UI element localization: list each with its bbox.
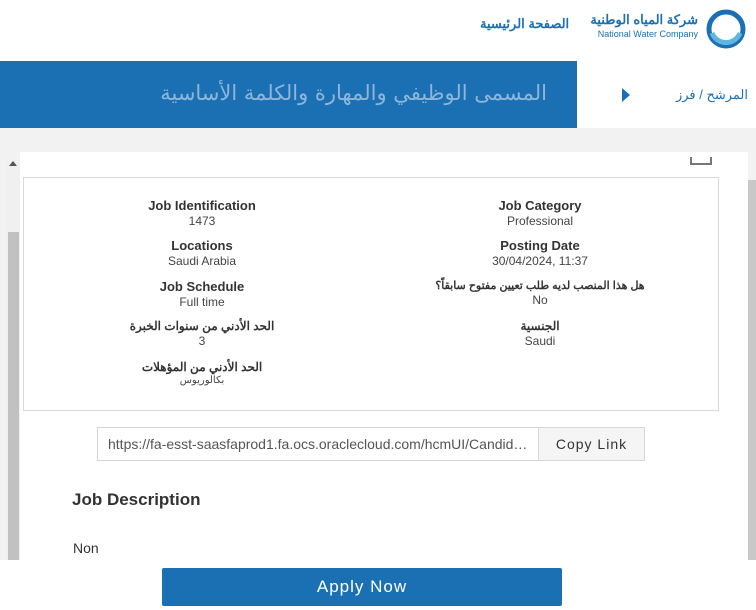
field-label: الحد الأدني من المؤهلات xyxy=(141,360,263,374)
field-label: الجنسية xyxy=(520,319,560,333)
min-qualification-field: الحد الأدني من المؤهلات بكالوريوس xyxy=(72,360,332,386)
field-value: No xyxy=(532,293,548,307)
field-value: 3 xyxy=(198,334,206,348)
nationality-field: الجنسية Saudi xyxy=(410,319,670,348)
home-link[interactable]: الصفحة الرئيسية xyxy=(480,16,569,32)
job-description-heading: Job Description xyxy=(72,490,201,509)
field-label: هل هذا المنصب لديه طلب تعيين مفتوح سابقا… xyxy=(435,280,645,292)
collapse-icon[interactable] xyxy=(690,157,712,165)
min-experience-field: الحد الأدني من سنوات الخبرة 3 xyxy=(72,319,332,348)
breadcrumb: المرشح / فرز xyxy=(577,61,756,128)
share-link-row: https://fa-esst-saasfaprod1.fa.ocs.oracl… xyxy=(97,427,645,461)
field-value: Saudi xyxy=(524,334,556,348)
scroll-up-arrow-icon[interactable] xyxy=(9,161,17,166)
copy-link-button[interactable]: Copy Link xyxy=(538,427,645,461)
logo-arabic-text: شركة المياه الوطنية xyxy=(590,12,698,27)
field-value: Professional xyxy=(506,214,574,228)
open-requisition-field: هل هذا المنصب لديه طلب تعيين مفتوح سابقا… xyxy=(410,279,670,307)
caret-right-icon[interactable] xyxy=(622,88,630,102)
job-description-text: Non xyxy=(73,540,99,556)
logo-english-text: National Water Company xyxy=(597,29,698,39)
apply-now-button[interactable]: Apply Now xyxy=(162,568,562,606)
field-value: 1473 xyxy=(188,214,216,228)
field-value: 30/04/2024, 11:37 xyxy=(492,254,588,268)
job-details-box: Job Identification 1473 Job Category Pro… xyxy=(23,177,719,411)
job-schedule-field: Job Schedule Full time xyxy=(72,279,332,309)
scrollbar-thumb[interactable] xyxy=(8,232,19,572)
right-scrollbar[interactable] xyxy=(748,180,756,560)
company-logo[interactable]: شركة المياه الوطنية National Water Compa… xyxy=(590,9,750,49)
field-value: بكالوريوس xyxy=(179,375,225,386)
job-category-field: Job Category Professional xyxy=(410,198,670,228)
locations-field: Locations Saudi Arabia xyxy=(72,238,332,268)
field-label: Locations xyxy=(171,238,233,253)
field-label: الحد الأدني من سنوات الخبرة xyxy=(129,319,275,333)
job-title: المسمى الوظيفي والمهارة والكلمة الأساسية xyxy=(160,81,547,105)
nwc-logo-icon xyxy=(706,9,746,49)
field-label: Job Identification xyxy=(148,198,256,213)
job-title-bar: المسمى الوظيفي والمهارة والكلمة الأساسية xyxy=(0,61,577,128)
field-value: Full time xyxy=(179,295,225,309)
top-header: شركة المياه الوطنية National Water Compa… xyxy=(0,0,756,61)
job-identification-field: Job Identification 1473 xyxy=(72,198,332,228)
job-details-page: شركة المياه الوطنية National Water Compa… xyxy=(0,0,756,610)
field-value: Saudi Arabia xyxy=(167,254,237,268)
job-url-field[interactable]: https://fa-esst-saasfaprod1.fa.ocs.oracl… xyxy=(97,427,539,461)
breadcrumb-link[interactable]: المرشح / فرز xyxy=(676,87,748,103)
field-label: Job Category xyxy=(498,198,582,213)
posting-date-field: Posting Date 30/04/2024, 11:37 xyxy=(410,238,670,268)
field-label: Posting Date xyxy=(500,238,580,253)
field-label: Job Schedule xyxy=(159,279,245,294)
